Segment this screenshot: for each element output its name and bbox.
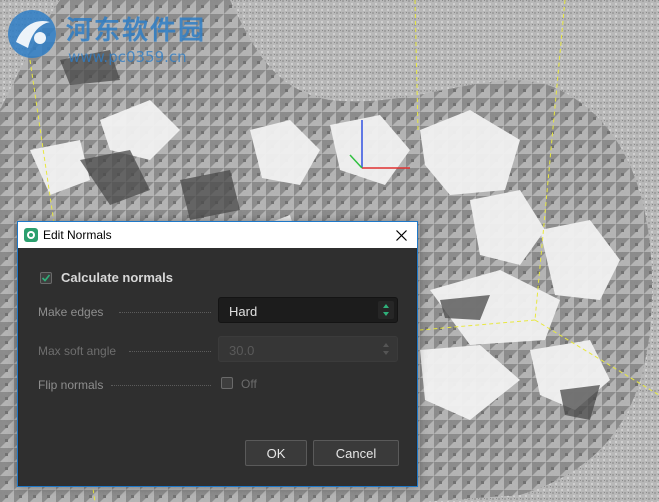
calculate-normals-checkbox[interactable]: [40, 272, 52, 284]
watermark: 河东软件园 www.pc0359.cn: [6, 8, 246, 68]
dialog-title: Edit Normals: [43, 228, 112, 242]
max-soft-angle-label: Max soft angle: [38, 344, 117, 358]
make-edges-label: Make edges: [38, 305, 104, 319]
watermark-url: www.pc0359.cn: [68, 48, 187, 66]
make-edges-leader: [119, 312, 211, 313]
spinner-arrows-icon: [383, 343, 389, 355]
close-icon: [395, 229, 407, 241]
flip-normals-leader: [111, 385, 211, 386]
max-soft-angle-leader: [129, 351, 211, 352]
max-soft-angle-input[interactable]: 30.0: [218, 336, 398, 362]
max-soft-angle-value: 30.0: [229, 343, 255, 358]
max-soft-angle-spinner[interactable]: [378, 340, 394, 358]
flip-normals-state: Off: [241, 377, 257, 391]
checkmark-icon: [41, 274, 51, 282]
close-button[interactable]: [385, 222, 417, 248]
watermark-logo-icon: [8, 10, 56, 58]
edit-normals-dialog: Edit Normals Calculate normals Make edge…: [17, 221, 418, 487]
spinner-arrows-icon: [383, 304, 389, 316]
calculate-normals-label[interactable]: Calculate normals: [61, 270, 173, 285]
cancel-button[interactable]: Cancel: [313, 440, 399, 466]
flip-normals-checkbox[interactable]: [221, 377, 233, 389]
dialog-titlebar[interactable]: Edit Normals: [18, 222, 417, 248]
dialog-body: Calculate normals Make edges Hard Max so…: [19, 248, 416, 486]
app-logo-icon: [24, 228, 38, 242]
make-edges-value: Hard: [229, 304, 258, 319]
ok-button[interactable]: OK: [245, 440, 307, 466]
make-edges-select[interactable]: Hard: [218, 297, 398, 323]
flip-normals-label: Flip normals: [38, 378, 104, 392]
watermark-title: 河东软件园: [66, 16, 207, 46]
make-edges-spinner[interactable]: [378, 301, 394, 319]
